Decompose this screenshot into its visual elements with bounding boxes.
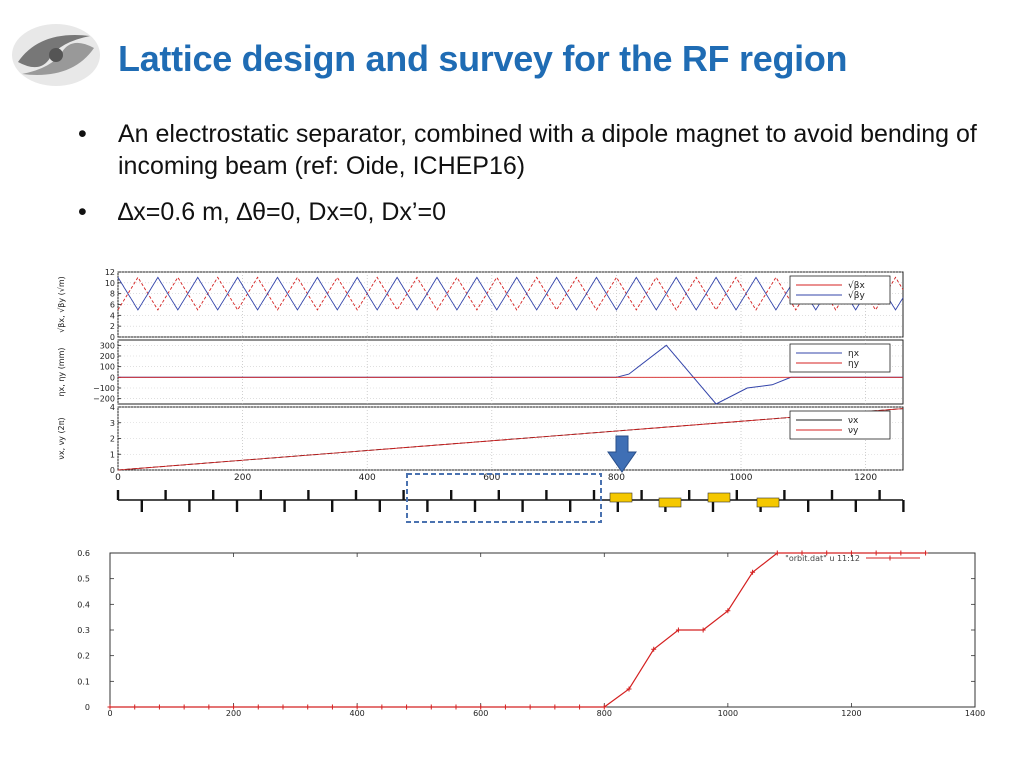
y-tick-label: 0 bbox=[85, 703, 90, 712]
x-tick-label: 200 bbox=[234, 473, 251, 483]
institute-logo bbox=[12, 24, 100, 86]
dipole-magnet bbox=[707, 492, 731, 503]
legend-label: νx bbox=[848, 416, 859, 426]
legend-label: √βy bbox=[848, 290, 865, 301]
y-tick-label: 0.1 bbox=[77, 677, 90, 686]
dipole-magnet bbox=[609, 492, 633, 503]
y-tick-label: 0 bbox=[110, 373, 115, 382]
bullet-dot: • bbox=[78, 120, 87, 148]
dipole-magnet bbox=[658, 497, 682, 508]
y-tick-label: 1 bbox=[110, 450, 115, 459]
dipole-magnet bbox=[756, 497, 780, 508]
x-tick-label: 1000 bbox=[718, 709, 738, 718]
legend-label: ηy bbox=[848, 359, 860, 369]
bullet-text: ∆x=0.6 m, ∆θ=0, Dx=0, Dx’=0 bbox=[118, 198, 446, 226]
y-tick-label: 2 bbox=[110, 322, 115, 331]
y-tick-label: −100 bbox=[93, 384, 115, 393]
orbit-panel: 0.6 0.5 0.4 0.3 0.2 0.1 0 0 200 400 600 800 1000 1200… bbox=[77, 549, 985, 718]
y-axis-label: ηx, ηy (mm) bbox=[57, 347, 66, 396]
y-axis-label: √βx, √βy (√m) bbox=[57, 276, 66, 333]
y-axis-label: νx, νy (2π) bbox=[57, 417, 66, 459]
bullet-dot: • bbox=[78, 198, 87, 226]
rf-region-box bbox=[406, 473, 602, 523]
legend-box bbox=[789, 275, 891, 305]
lattice-functions-figure: 121086420√βx, √βy (√m) √βx√βy 3002001000−… bbox=[57, 268, 905, 523]
y-tick-label: 2 bbox=[110, 435, 115, 444]
legend-box bbox=[789, 343, 891, 373]
y-tick-label: 3 bbox=[110, 419, 115, 428]
y-tick-label: 8 bbox=[110, 290, 115, 299]
tune-panel: 43210νx, νy (2π) νxνy0 200 400 600 800 1000 120… bbox=[57, 403, 904, 483]
x-tick-label: 400 bbox=[350, 709, 365, 718]
bullet-list: • An electrostatic separator, combined w… bbox=[78, 118, 978, 242]
y-tick-label: 0.4 bbox=[77, 600, 90, 609]
y-tick-label: 300 bbox=[100, 341, 115, 350]
y-tick-label: 100 bbox=[100, 363, 115, 372]
bullet-text: An electrostatic separator, combined wit… bbox=[118, 120, 977, 180]
x-tick-label: 0 bbox=[115, 473, 121, 483]
x-tick-label: 800 bbox=[608, 473, 625, 483]
dispersion-panel: 3002001000−100−200ηx, ηy (mm) ηxηy bbox=[57, 339, 904, 405]
legend-box bbox=[789, 410, 891, 440]
orbit-figure: 0.6 0.5 0.4 0.3 0.2 0.1 0 0 200 400 600 800 1000 1200… bbox=[77, 549, 985, 718]
x-tick-label: 1200 bbox=[854, 473, 877, 483]
x-tick-label: 1000 bbox=[730, 473, 753, 483]
beta-panel: 121086420√βx, √βy (√m) √βx√βy bbox=[57, 268, 904, 342]
y-tick-label: 6 bbox=[110, 301, 115, 310]
legend-label: √βx bbox=[848, 280, 865, 291]
x-tick-label: 600 bbox=[473, 709, 488, 718]
slide-title: Lattice design and survey for the RF reg… bbox=[118, 38, 848, 79]
x-tick-label: 1200 bbox=[841, 709, 861, 718]
x-tick-label: 200 bbox=[226, 709, 241, 718]
y-tick-label: 200 bbox=[100, 352, 115, 361]
x-tick-label: 0 bbox=[107, 709, 112, 718]
legend-label: ηx bbox=[848, 349, 860, 359]
x-tick-label: 400 bbox=[359, 473, 376, 483]
y-tick-label: 0.5 bbox=[77, 575, 90, 584]
plot-frame bbox=[109, 552, 976, 708]
y-tick-label: 4 bbox=[110, 403, 115, 412]
y-tick-label: 0.2 bbox=[77, 652, 90, 661]
bullet-item: • An electrostatic separator, combined w… bbox=[78, 118, 978, 182]
y-tick-label: 0.3 bbox=[77, 626, 90, 635]
y-tick-label: 10 bbox=[105, 279, 115, 288]
y-tick-label: 0.6 bbox=[77, 549, 90, 558]
y-tick-label: 4 bbox=[110, 311, 115, 320]
legend-label: νy bbox=[848, 426, 859, 436]
legend-label: "orbit.dat" u 11:12 bbox=[785, 554, 860, 563]
x-tick-label: 1400 bbox=[965, 709, 985, 718]
bullet-item: • ∆x=0.6 m, ∆θ=0, Dx=0, Dx’=0 bbox=[78, 196, 978, 228]
x-tick-label: 800 bbox=[597, 709, 612, 718]
plot-frame bbox=[117, 339, 904, 405]
y-tick-label: 12 bbox=[105, 268, 115, 277]
